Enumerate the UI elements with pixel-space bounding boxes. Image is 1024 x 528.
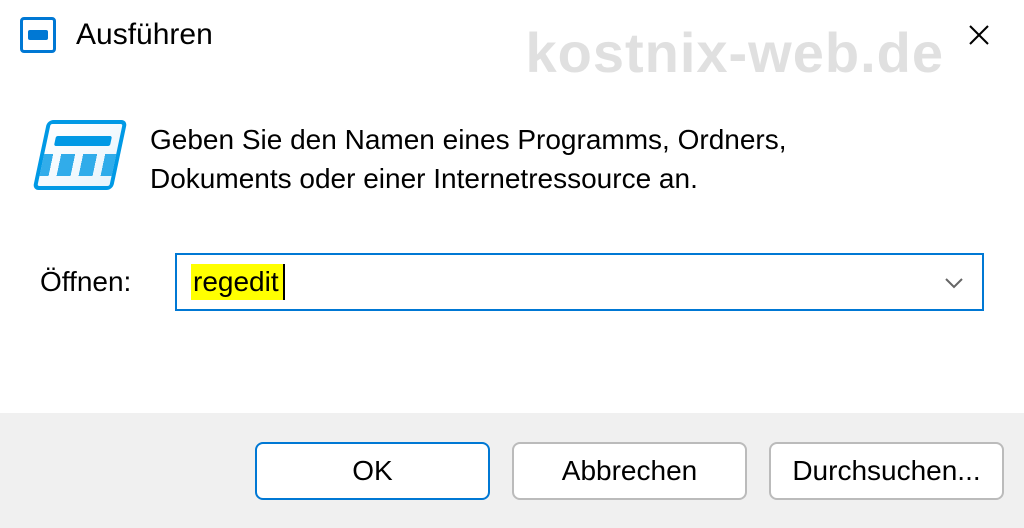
titlebar: Ausführen	[0, 0, 1024, 70]
cancel-button[interactable]: Abbrechen	[512, 442, 747, 500]
browse-button[interactable]: Durchsuchen...	[769, 442, 1004, 500]
open-input-value[interactable]: regedit	[191, 264, 285, 300]
ok-button[interactable]: OK	[255, 442, 490, 500]
close-icon	[967, 23, 991, 47]
close-button[interactable]	[954, 10, 1004, 60]
open-combobox[interactable]: regedit	[175, 253, 984, 311]
dialog-content: Geben Sie den Namen eines Programms, Ord…	[0, 70, 1024, 351]
window-title: Ausführen	[76, 18, 213, 52]
instruction-text: Geben Sie den Namen eines Programms, Ord…	[150, 120, 890, 198]
button-row: OK Abbrechen Durchsuchen...	[0, 413, 1024, 528]
open-label: Öffnen:	[40, 266, 150, 298]
run-dialog-icon	[33, 120, 128, 190]
run-dialog-icon-small	[20, 17, 56, 53]
chevron-down-icon[interactable]	[944, 269, 964, 295]
